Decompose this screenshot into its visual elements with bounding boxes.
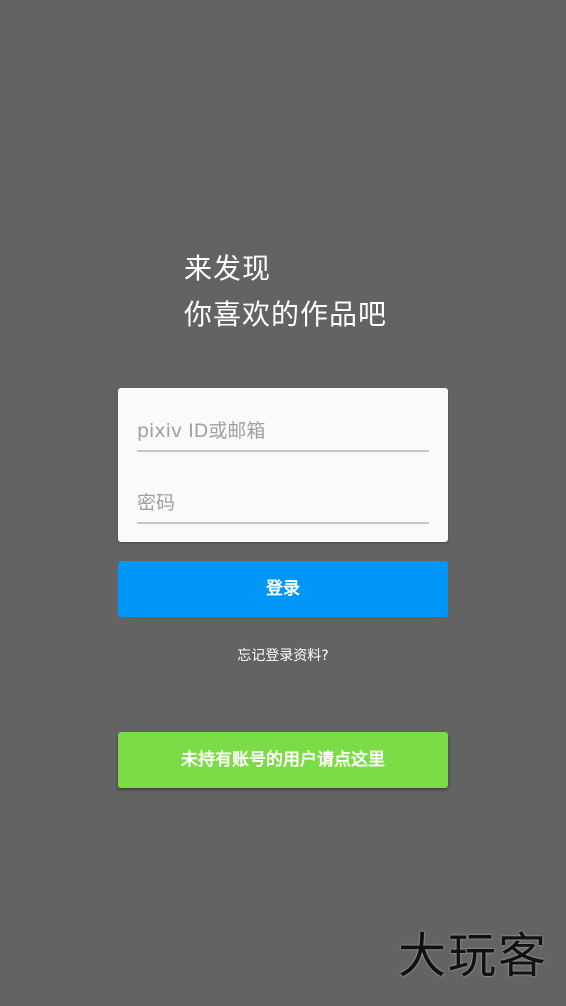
headline-line-2: 你喜欢的作品吧	[184, 298, 388, 331]
username-input[interactable]	[137, 412, 429, 452]
login-screen: 来发现 你喜欢的作品吧 登录 忘记登录资料? 未持有账号的用户请点这里 大玩客	[0, 0, 566, 1006]
login-button[interactable]: 登录	[118, 561, 448, 617]
headline: 来发现 你喜欢的作品吧	[184, 246, 387, 338]
login-form-card	[118, 388, 448, 542]
signup-button[interactable]: 未持有账号的用户请点这里	[118, 732, 448, 788]
password-input[interactable]	[137, 484, 429, 524]
forgot-login-link[interactable]: 忘记登录资料?	[0, 646, 566, 666]
headline-line-1: 来发现	[184, 252, 272, 285]
watermark-logo: 大玩客	[397, 928, 548, 984]
